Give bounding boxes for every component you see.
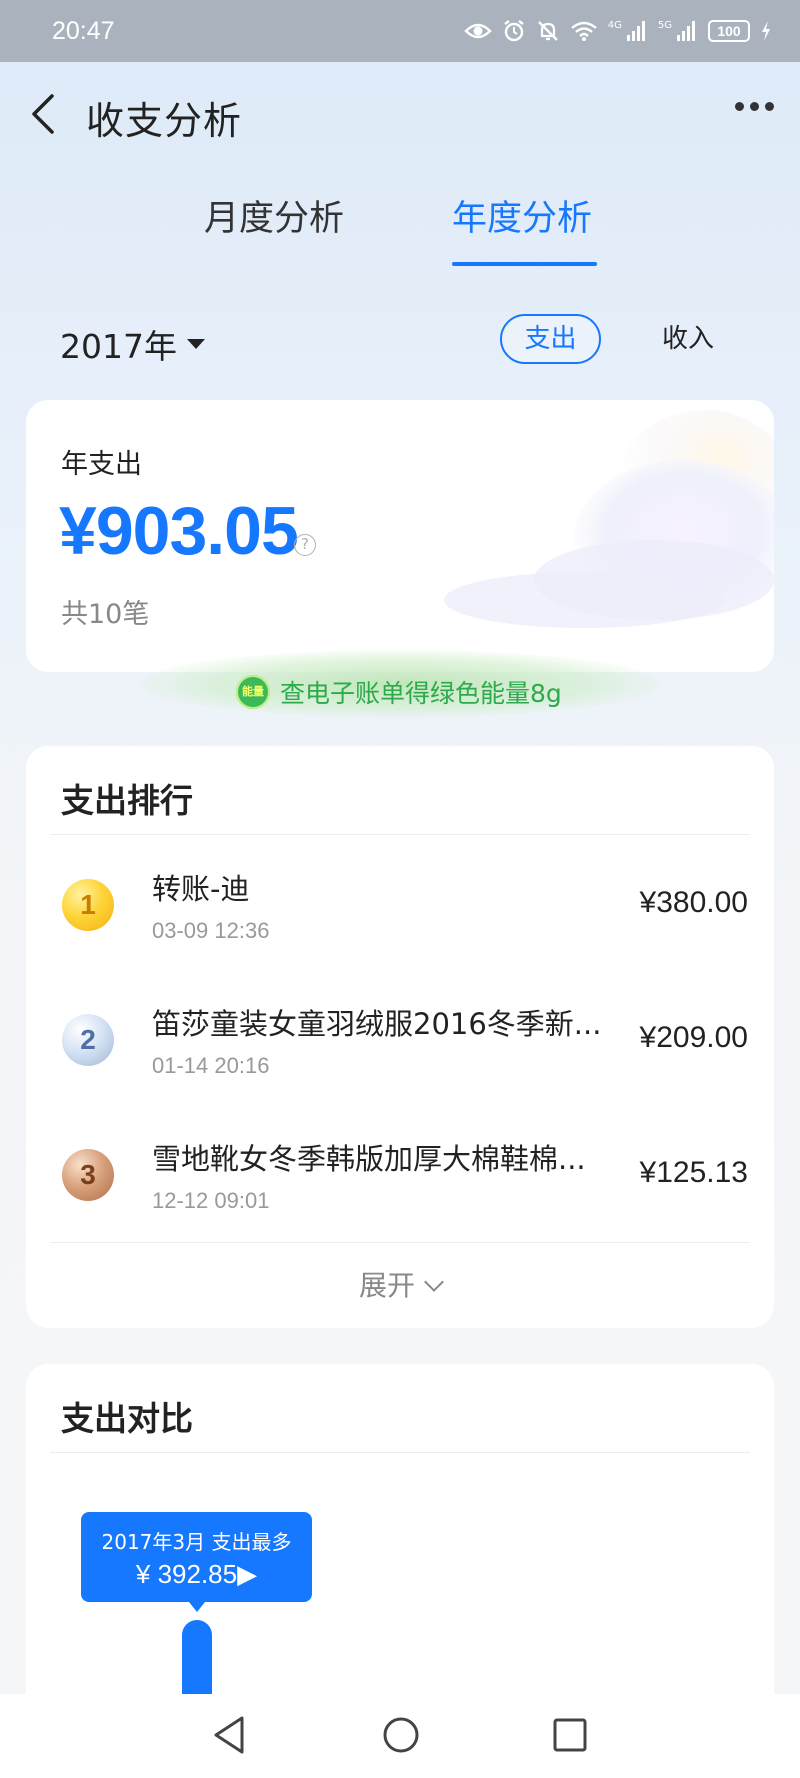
tooltip-amount: ¥ 392.85▶ xyxy=(135,1559,258,1589)
recents-square-icon xyxy=(553,1718,587,1752)
energy-text: 查电子账单得绿色能量8g xyxy=(280,679,562,708)
nav-back-button[interactable] xyxy=(210,1714,250,1760)
item-amount: ¥209.00 xyxy=(639,1021,748,1054)
expense-toggle[interactable]: 支出 xyxy=(500,314,601,364)
divider xyxy=(50,1452,750,1453)
mute-icon xyxy=(536,19,560,43)
expand-label: 展开 xyxy=(358,1269,415,1302)
active-tab-indicator xyxy=(452,262,597,266)
divider xyxy=(50,834,750,835)
tooltip-month: 2017年3月 支出最多 xyxy=(101,1530,292,1554)
chevron-left-icon xyxy=(32,94,54,134)
signal-icon xyxy=(626,20,648,42)
battery-icon: 100 xyxy=(708,20,750,42)
section-title: 支出排行 xyxy=(61,781,193,820)
help-icon[interactable]: ? xyxy=(294,534,316,556)
tab-monthly[interactable]: 月度分析 xyxy=(204,190,344,241)
wifi-icon xyxy=(570,20,598,42)
item-time: 03-09 12:36 xyxy=(152,918,270,943)
item-name: 转账-迪 xyxy=(152,872,250,906)
item-name: 雪地靴女冬季韩版加厚大棉鞋棉... xyxy=(152,1142,586,1176)
page-title: 收支分析 xyxy=(86,99,243,143)
annual-expense-label: 年支出 xyxy=(61,449,142,480)
item-time: 01-14 20:16 xyxy=(152,1053,270,1078)
analysis-tabs: 月度分析 年度分析 xyxy=(0,190,800,270)
income-toggle[interactable]: 收入 xyxy=(662,314,714,364)
item-name: 笛莎童装女童羽绒服2016冬季新... xyxy=(152,1007,602,1041)
tab-yearly[interactable]: 年度分析 xyxy=(452,190,592,241)
signal-icon xyxy=(676,20,698,42)
caret-down-icon xyxy=(186,339,205,349)
transaction-count: 共10笔 xyxy=(61,599,150,630)
network-label-5g: 5G xyxy=(657,20,672,31)
more-dots-icon xyxy=(735,102,744,111)
item-time: 12-12 09:01 xyxy=(152,1188,270,1213)
alarm-icon xyxy=(502,19,526,43)
home-circle-icon xyxy=(383,1717,419,1753)
item-amount: ¥380.00 xyxy=(639,886,748,919)
cloud-illustration xyxy=(444,410,774,628)
silver-medal-icon: 2 xyxy=(62,1014,114,1066)
section-title: 支出对比 xyxy=(61,1399,193,1438)
network-label-4g: 4G xyxy=(607,20,622,31)
gold-medal-icon: 1 xyxy=(62,879,114,931)
back-button[interactable] xyxy=(24,92,64,136)
annual-expense-amount: ¥903.05 xyxy=(59,493,299,569)
status-time: 20:47 xyxy=(52,16,115,45)
nav-recents-button[interactable] xyxy=(550,1714,590,1760)
list-item[interactable]: 1 转账-迪 03-09 12:36 ¥380.00 xyxy=(26,846,774,966)
chevron-down-icon xyxy=(424,1272,444,1292)
more-dots-icon xyxy=(765,102,774,111)
expense-ranking-card: 支出排行 1 转账-迪 03-09 12:36 ¥380.00 2 笛莎童装女童… xyxy=(26,746,774,1328)
bronze-medal-icon: 3 xyxy=(62,1149,114,1201)
more-button[interactable] xyxy=(735,102,774,111)
status-icons: 4G 5G 100 xyxy=(464,19,772,43)
energy-badge-icon: 能量 xyxy=(236,675,270,709)
eye-icon xyxy=(464,20,492,42)
app-header: 收支分析 xyxy=(0,62,800,167)
item-amount: ¥125.13 xyxy=(639,1156,748,1189)
filter-row: 2017年 支出 收入 xyxy=(0,310,800,370)
energy-banner[interactable]: 能量 查电子账单得绿色能量8g xyxy=(236,674,562,710)
back-triangle-icon xyxy=(214,1716,244,1754)
more-dots-icon xyxy=(750,102,759,111)
year-selector[interactable]: 2017年 xyxy=(60,320,205,368)
list-item[interactable]: 3 雪地靴女冬季韩版加厚大棉鞋棉... 12-12 09:01 ¥125.13 xyxy=(26,1116,774,1236)
year-label: 2017年 xyxy=(60,327,177,366)
tooltip-arrow xyxy=(189,1602,205,1612)
divider xyxy=(50,1242,750,1243)
max-expense-tooltip[interactable]: 2017年3月 支出最多 ¥ 392.85▶ xyxy=(81,1512,312,1612)
system-nav-bar xyxy=(0,1694,800,1778)
nav-home-button[interactable] xyxy=(380,1714,422,1760)
status-bar: 20:47 4G 5G 100 xyxy=(0,0,800,62)
charging-icon xyxy=(760,20,772,42)
expand-button[interactable]: 展开 xyxy=(26,1264,774,1304)
list-item[interactable]: 2 笛莎童装女童羽绒服2016冬季新... 01-14 20:16 ¥209.0… xyxy=(26,981,774,1101)
annual-summary-card: 年支出 ¥903.05 ? 共10笔 xyxy=(26,400,774,672)
